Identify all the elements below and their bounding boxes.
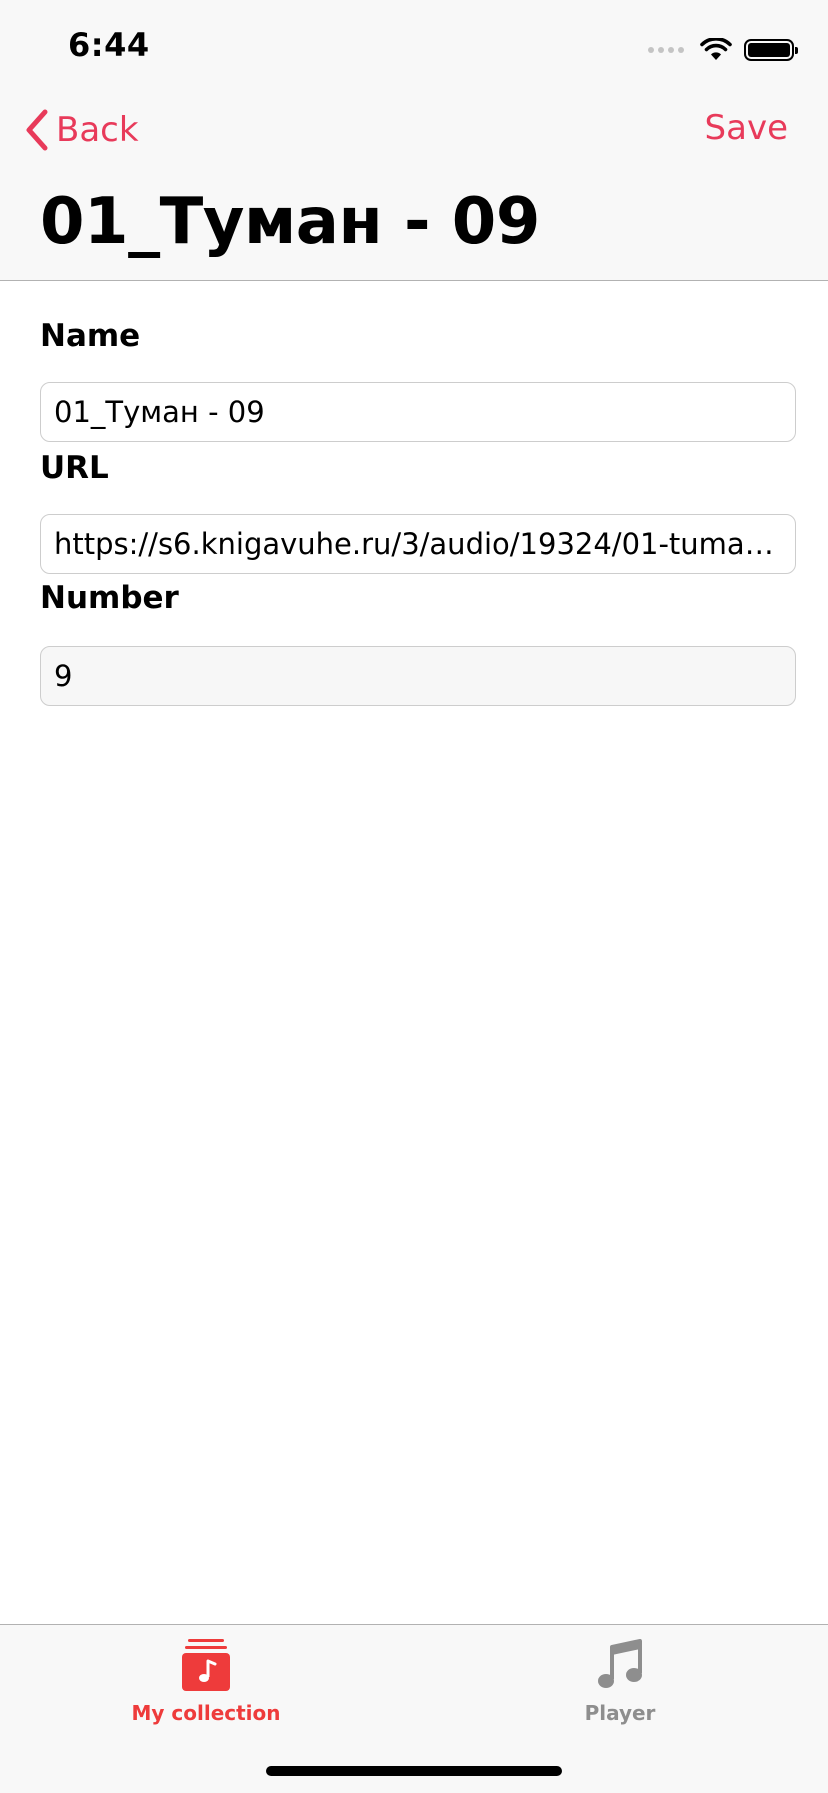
page-title: 01_Туман - 09 — [40, 185, 540, 259]
back-button[interactable]: Back — [24, 108, 139, 152]
url-input[interactable] — [40, 514, 796, 574]
save-button[interactable]: Save — [705, 108, 788, 148]
tab-my-collection[interactable]: My collection — [86, 1637, 326, 1737]
name-label: Name — [40, 318, 141, 354]
number-label: Number — [40, 580, 179, 616]
url-field-group: URL — [40, 442, 796, 574]
name-field-group: Name — [40, 310, 796, 442]
chevron-left-icon — [26, 109, 48, 151]
tab-player[interactable]: Player — [500, 1637, 740, 1737]
name-input[interactable] — [40, 382, 796, 442]
number-field-group: Number — [40, 572, 796, 706]
music-note-icon — [592, 1637, 648, 1693]
navigation-header: 6:44 Back Save 01_Туман - 09 — [0, 0, 828, 281]
music-collection-icon — [178, 1637, 234, 1693]
tab-my-collection-label: My collection — [131, 1701, 281, 1725]
tab-player-label: Player — [584, 1701, 656, 1725]
battery-icon — [744, 39, 798, 61]
back-label: Back — [56, 110, 139, 150]
status-time: 6:44 — [68, 26, 150, 64]
home-indicator — [266, 1766, 562, 1776]
cellular-signal-icon — [648, 47, 684, 53]
url-label: URL — [40, 450, 109, 486]
wifi-icon — [700, 38, 732, 60]
status-indicators — [648, 36, 798, 64]
number-input[interactable] — [40, 646, 796, 706]
